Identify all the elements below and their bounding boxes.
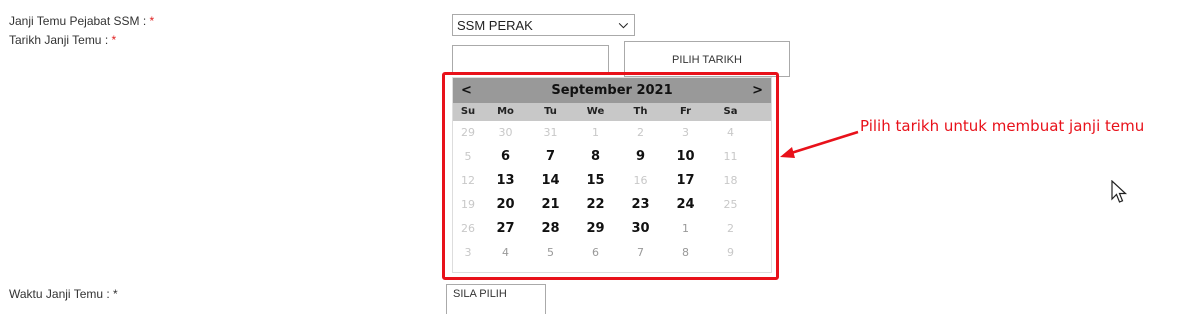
calendar-day-available[interactable]: 17: [663, 169, 708, 193]
calendar-day-disabled: 4: [727, 126, 734, 139]
calendar-day-disabled: 4: [502, 246, 509, 259]
office-label: Janji Temu Pejabat SSM : *: [9, 14, 155, 28]
annotation-text: Pilih tarikh untuk membuat janji temu: [860, 117, 1145, 135]
arrow-icon: [780, 130, 859, 158]
calendar-day-disabled: 12: [461, 174, 475, 187]
weekday-label: Tu: [544, 106, 557, 117]
calendar-day-disabled: 3: [682, 126, 689, 139]
calendar-day-available[interactable]: 7: [528, 145, 573, 169]
calendar-day-disabled: 29: [461, 126, 475, 139]
calendar-day-available[interactable]: 10: [663, 145, 708, 169]
calendar-week-row: 19 20 21 22 23 24 25: [453, 193, 771, 217]
time-select-button[interactable]: SILA PILIH: [446, 284, 546, 314]
calendar-day-available[interactable]: 28: [528, 217, 573, 241]
weekday-label: Fr: [679, 106, 692, 117]
date-input[interactable]: [452, 45, 609, 75]
calendar-day-disabled: 19: [461, 198, 475, 211]
calendar-day-disabled: 2: [727, 222, 734, 235]
calendar-day-available[interactable]: 15: [573, 169, 618, 193]
weekday-label: Su: [460, 106, 476, 117]
calendar-day-available[interactable]: 22: [573, 193, 618, 217]
calendar-day-available[interactable]: 8: [573, 145, 618, 169]
calendar-day-available[interactable]: 27: [483, 217, 528, 241]
calendar-week-row: 12 13 14 15 16 17 18: [453, 169, 771, 193]
time-label: Waktu Janji Temu : *: [9, 287, 118, 301]
calendar-day-disabled: 1: [682, 222, 689, 235]
calendar-day-available[interactable]: 30: [618, 217, 663, 241]
calendar-day-available[interactable]: 9: [618, 145, 663, 169]
calendar-week-row: 5 6 7 8 9 10 11: [453, 145, 771, 169]
calendar-month-year: September 2021: [551, 83, 673, 98]
calendar-day-disabled: 5: [464, 150, 472, 163]
weekday-label: Mo: [497, 106, 514, 117]
calendar-day-disabled: 6: [592, 246, 599, 259]
calendar-day-disabled: 1: [592, 126, 599, 139]
calendar-week-row: 3 4 5 6 7 8 9: [453, 241, 771, 265]
calendar-day-disabled: 31: [543, 126, 558, 139]
calendar-day-available[interactable]: 24: [663, 193, 708, 217]
calendar-day-disabled: 8: [682, 246, 689, 259]
next-month-button[interactable]: >: [752, 83, 763, 98]
calendar-week-row: 26 27 28 29 30 1 2: [453, 217, 771, 241]
calendar-day-disabled: 2: [637, 126, 644, 139]
calendar-day-available[interactable]: 20: [483, 193, 528, 217]
office-select-value: SSM PERAK: [457, 18, 533, 33]
calendar-day-available[interactable]: 14: [528, 169, 573, 193]
pick-date-button[interactable]: PILIH TARIKH: [624, 41, 790, 77]
calendar-day-disabled: 7: [637, 246, 644, 259]
datepicker-calendar: < September 2021 > Su Mo Tu We Th Fr Sa 29 30 31…: [452, 77, 772, 273]
calendar-day-disabled: 30: [498, 126, 513, 139]
calendar-day-available[interactable]: 21: [528, 193, 573, 217]
calendar-day-available[interactable]: 23: [618, 193, 663, 217]
calendar-days-grid: 29 30 31 1 2 3 4 5 6 7 8 9 10 11 12 13 14 15 16 17 18 19 20 21 2…: [453, 121, 771, 265]
calendar-day-disabled: 9: [727, 246, 734, 259]
calendar-day-disabled: 26: [461, 222, 475, 235]
calendar-day-disabled: 5: [547, 246, 554, 259]
mouse-cursor-icon: [1111, 180, 1128, 203]
calendar-day-disabled: 16: [633, 174, 648, 187]
calendar-week-row: 29 30 31 1 2 3 4: [453, 121, 771, 145]
office-select[interactable]: SSM PERAK ⌵: [452, 14, 635, 36]
calendar-day-disabled: 18: [723, 174, 738, 187]
calendar-day-disabled: 25: [723, 198, 738, 211]
calendar-header: < September 2021 >: [453, 78, 771, 103]
weekday-label: Th: [633, 106, 648, 117]
calendar-day-disabled: 11: [723, 150, 738, 163]
weekday-header-row: Su Mo Tu We Th Fr Sa: [453, 103, 771, 121]
date-label: Tarikh Janji Temu : *: [9, 33, 117, 47]
calendar-day-available[interactable]: 6: [483, 145, 528, 169]
weekday-label: Sa: [723, 106, 738, 117]
calendar-day-available[interactable]: 29: [573, 217, 618, 241]
calendar-day-disabled: 3: [464, 246, 472, 259]
calendar-day-available[interactable]: 13: [483, 169, 528, 193]
weekday-label: We: [586, 106, 605, 117]
prev-month-button[interactable]: <: [461, 83, 472, 98]
chevron-down-icon: ⌵: [618, 17, 628, 31]
